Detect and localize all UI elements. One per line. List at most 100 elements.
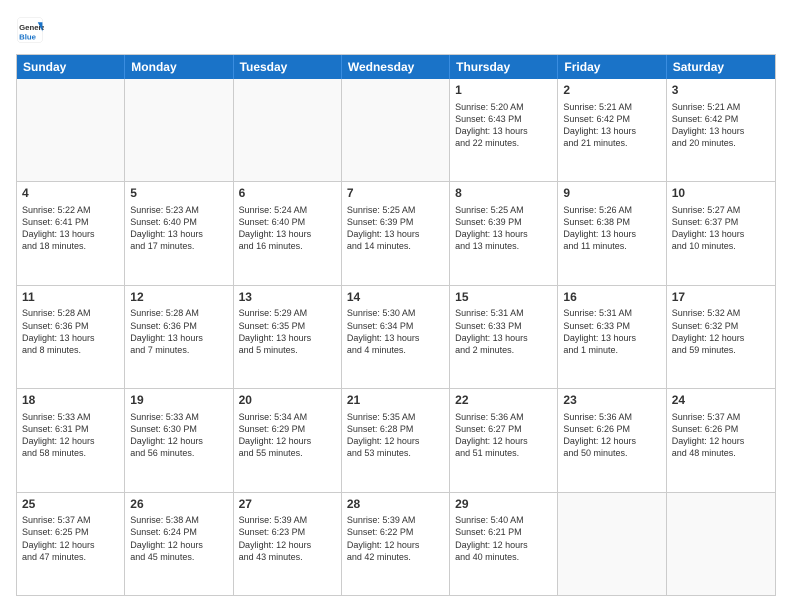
cell-info: Sunrise: 5:37 AM Sunset: 6:26 PM Dayligh… <box>672 411 770 460</box>
cal-cell: 15Sunrise: 5:31 AM Sunset: 6:33 PM Dayli… <box>450 286 558 388</box>
cell-info: Sunrise: 5:28 AM Sunset: 6:36 PM Dayligh… <box>22 307 119 356</box>
cell-info: Sunrise: 5:26 AM Sunset: 6:38 PM Dayligh… <box>563 204 660 253</box>
cell-info: Sunrise: 5:36 AM Sunset: 6:27 PM Dayligh… <box>455 411 552 460</box>
cell-info: Sunrise: 5:21 AM Sunset: 6:42 PM Dayligh… <box>672 101 770 150</box>
cal-cell <box>17 79 125 181</box>
cal-cell: 17Sunrise: 5:32 AM Sunset: 6:32 PM Dayli… <box>667 286 775 388</box>
cell-info: Sunrise: 5:38 AM Sunset: 6:24 PM Dayligh… <box>130 514 227 563</box>
cell-info: Sunrise: 5:40 AM Sunset: 6:21 PM Dayligh… <box>455 514 552 563</box>
cal-cell <box>125 79 233 181</box>
day-number: 1 <box>455 83 552 99</box>
header-day-sunday: Sunday <box>17 55 125 79</box>
day-number: 27 <box>239 497 336 513</box>
cal-row-3: 18 Sunrise: 5:33 AM Sunset: 6:31 PM Dayli… <box>17 389 775 492</box>
day-number: 13 <box>239 290 336 306</box>
day-number: 7 <box>347 186 444 202</box>
cal-row-1: 4 Sunrise: 5:22 AM Sunset: 6:41 PM Daylig… <box>17 182 775 285</box>
header-day-saturday: Saturday <box>667 55 775 79</box>
cal-cell: 10 Sunrise: 5:27 AM Sunset: 6:37 PM Dayli… <box>667 182 775 284</box>
day-number: 16 <box>563 290 660 306</box>
cal-cell: 11Sunrise: 5:28 AM Sunset: 6:36 PM Dayli… <box>17 286 125 388</box>
cell-info: Sunrise: 5:33 AM Sunset: 6:31 PM Dayligh… <box>22 411 119 460</box>
page: General Blue SundayMondayTuesdayWednesda… <box>0 0 792 612</box>
day-number: 5 <box>130 186 227 202</box>
calendar: SundayMondayTuesdayWednesdayThursdayFrid… <box>16 54 776 596</box>
day-number: 24 <box>672 393 770 409</box>
cal-cell: 3 Sunrise: 5:21 AM Sunset: 6:42 PM Daylig… <box>667 79 775 181</box>
cal-cell: 24 Sunrise: 5:37 AM Sunset: 6:26 PM Dayli… <box>667 389 775 491</box>
cal-cell: 20Sunrise: 5:34 AM Sunset: 6:29 PM Dayli… <box>234 389 342 491</box>
cal-row-0: 1 Sunrise: 5:20 AM Sunset: 6:43 PM Daylig… <box>17 79 775 182</box>
cal-row-4: 25Sunrise: 5:37 AM Sunset: 6:25 PM Dayli… <box>17 493 775 595</box>
header-day-tuesday: Tuesday <box>234 55 342 79</box>
day-number: 2 <box>563 83 660 99</box>
header-day-wednesday: Wednesday <box>342 55 450 79</box>
cal-cell <box>342 79 450 181</box>
day-number: 14 <box>347 290 444 306</box>
cal-cell: 26Sunrise: 5:38 AM Sunset: 6:24 PM Dayli… <box>125 493 233 595</box>
header-day-friday: Friday <box>558 55 666 79</box>
cell-info: Sunrise: 5:22 AM Sunset: 6:41 PM Dayligh… <box>22 204 119 253</box>
day-number: 12 <box>130 290 227 306</box>
day-number: 20 <box>239 393 336 409</box>
cal-cell: 23 Sunrise: 5:36 AM Sunset: 6:26 PM Dayli… <box>558 389 666 491</box>
day-number: 11 <box>22 290 119 306</box>
cell-info: Sunrise: 5:33 AM Sunset: 6:30 PM Dayligh… <box>130 411 227 460</box>
cell-info: Sunrise: 5:24 AM Sunset: 6:40 PM Dayligh… <box>239 204 336 253</box>
day-number: 6 <box>239 186 336 202</box>
header: General Blue <box>16 16 776 44</box>
cal-cell: 5 Sunrise: 5:23 AM Sunset: 6:40 PM Daylig… <box>125 182 233 284</box>
day-number: 22 <box>455 393 552 409</box>
cell-info: Sunrise: 5:21 AM Sunset: 6:42 PM Dayligh… <box>563 101 660 150</box>
logo-icon: General Blue <box>16 16 44 44</box>
cell-info: Sunrise: 5:25 AM Sunset: 6:39 PM Dayligh… <box>347 204 444 253</box>
cal-cell: 12Sunrise: 5:28 AM Sunset: 6:36 PM Dayli… <box>125 286 233 388</box>
cell-info: Sunrise: 5:39 AM Sunset: 6:23 PM Dayligh… <box>239 514 336 563</box>
logo: General Blue <box>16 16 48 44</box>
day-number: 8 <box>455 186 552 202</box>
day-number: 19 <box>130 393 227 409</box>
cell-info: Sunrise: 5:27 AM Sunset: 6:37 PM Dayligh… <box>672 204 770 253</box>
cal-cell: 18 Sunrise: 5:33 AM Sunset: 6:31 PM Dayli… <box>17 389 125 491</box>
cal-cell: 6 Sunrise: 5:24 AM Sunset: 6:40 PM Daylig… <box>234 182 342 284</box>
cal-cell: 22 Sunrise: 5:36 AM Sunset: 6:27 PM Dayli… <box>450 389 558 491</box>
day-number: 17 <box>672 290 770 306</box>
cal-cell: 1 Sunrise: 5:20 AM Sunset: 6:43 PM Daylig… <box>450 79 558 181</box>
cell-info: Sunrise: 5:23 AM Sunset: 6:40 PM Dayligh… <box>130 204 227 253</box>
day-number: 23 <box>563 393 660 409</box>
cal-cell: 4 Sunrise: 5:22 AM Sunset: 6:41 PM Daylig… <box>17 182 125 284</box>
cal-cell: 28Sunrise: 5:39 AM Sunset: 6:22 PM Dayli… <box>342 493 450 595</box>
day-number: 4 <box>22 186 119 202</box>
day-number: 21 <box>347 393 444 409</box>
header-day-monday: Monday <box>125 55 233 79</box>
day-number: 9 <box>563 186 660 202</box>
cal-cell: 9 Sunrise: 5:26 AM Sunset: 6:38 PM Daylig… <box>558 182 666 284</box>
cal-cell: 19 Sunrise: 5:33 AM Sunset: 6:30 PM Dayli… <box>125 389 233 491</box>
day-number: 25 <box>22 497 119 513</box>
cell-info: Sunrise: 5:31 AM Sunset: 6:33 PM Dayligh… <box>563 307 660 356</box>
header-day-thursday: Thursday <box>450 55 558 79</box>
cell-info: Sunrise: 5:29 AM Sunset: 6:35 PM Dayligh… <box>239 307 336 356</box>
day-number: 18 <box>22 393 119 409</box>
day-number: 28 <box>347 497 444 513</box>
cal-row-2: 11Sunrise: 5:28 AM Sunset: 6:36 PM Dayli… <box>17 286 775 389</box>
cal-cell: 25Sunrise: 5:37 AM Sunset: 6:25 PM Dayli… <box>17 493 125 595</box>
svg-text:Blue: Blue <box>19 32 37 41</box>
day-number: 15 <box>455 290 552 306</box>
calendar-body: 1 Sunrise: 5:20 AM Sunset: 6:43 PM Daylig… <box>17 79 775 595</box>
cal-cell <box>558 493 666 595</box>
cal-cell: 21 Sunrise: 5:35 AM Sunset: 6:28 PM Dayli… <box>342 389 450 491</box>
cal-cell: 13Sunrise: 5:29 AM Sunset: 6:35 PM Dayli… <box>234 286 342 388</box>
cal-cell <box>234 79 342 181</box>
day-number: 3 <box>672 83 770 99</box>
cal-cell: 29Sunrise: 5:40 AM Sunset: 6:21 PM Dayli… <box>450 493 558 595</box>
cal-cell: 2 Sunrise: 5:21 AM Sunset: 6:42 PM Daylig… <box>558 79 666 181</box>
calendar-header: SundayMondayTuesdayWednesdayThursdayFrid… <box>17 55 775 79</box>
cell-info: Sunrise: 5:35 AM Sunset: 6:28 PM Dayligh… <box>347 411 444 460</box>
cal-cell: 8Sunrise: 5:25 AM Sunset: 6:39 PM Daylig… <box>450 182 558 284</box>
cell-info: Sunrise: 5:37 AM Sunset: 6:25 PM Dayligh… <box>22 514 119 563</box>
cell-info: Sunrise: 5:30 AM Sunset: 6:34 PM Dayligh… <box>347 307 444 356</box>
day-number: 10 <box>672 186 770 202</box>
cell-info: Sunrise: 5:20 AM Sunset: 6:43 PM Dayligh… <box>455 101 552 150</box>
cell-info: Sunrise: 5:36 AM Sunset: 6:26 PM Dayligh… <box>563 411 660 460</box>
